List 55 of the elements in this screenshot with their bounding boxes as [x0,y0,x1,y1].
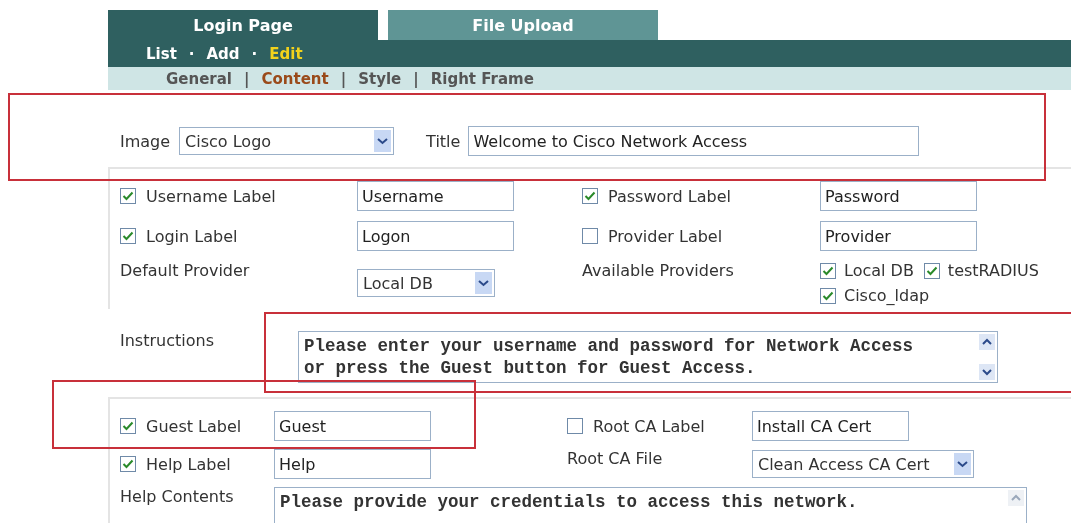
separator: | [244,69,250,88]
text-field[interactable]: Username [357,181,514,211]
dropdown[interactable]: Local DB [357,269,495,297]
text-field[interactable]: Provider [820,221,977,251]
field-label: Image [120,131,171,151]
separator: · [251,44,258,63]
text-field[interactable]: Welcome to Cisco Network Access [468,126,920,156]
nav-link[interactable]: Add [206,44,240,63]
option-label: Local DB [844,261,914,280]
text-field[interactable]: Help [274,449,431,479]
field-label: Available Providers [582,261,735,280]
option-label: Cisco_ldap [844,286,930,305]
separator: · [188,44,195,63]
checkbox[interactable] [120,456,136,472]
nav-link[interactable]: General [166,69,232,88]
nav-link[interactable]: Right Frame [430,69,534,88]
tab[interactable]: Login Page [108,10,378,40]
option-label: testRADIUS [947,261,1039,280]
nav-link[interactable]: Content [261,69,329,88]
nav-link[interactable]: List [146,44,177,63]
scroll-up-icon[interactable] [979,334,995,350]
field-label: Title [426,131,461,151]
text-area[interactable]: Please provide your credentials to access this network. [274,487,1027,523]
field-label: Root CA File [567,449,664,468]
separator: | [340,69,347,88]
field-label: Provider Label [608,226,723,246]
checkbox[interactable] [120,228,136,244]
field-label: Root CA Label [593,416,705,436]
field-label: Username Label [146,186,276,206]
field-label: Password Label [608,186,731,206]
field-label: Default Provider [120,261,251,280]
text-field[interactable]: Install CA Cert [752,411,909,441]
checkbox[interactable] [582,188,598,204]
separator: | [413,69,419,88]
text-field[interactable]: Password [820,181,977,211]
checkbox[interactable] [120,188,136,204]
dropdown[interactable]: Cisco Logo [179,127,395,155]
text-field[interactable]: Logon [357,221,514,251]
checkbox[interactable] [567,418,583,434]
checkbox[interactable] [820,287,836,304]
field-label: Instructions [120,331,215,352]
field-label: Guest Label [146,416,242,436]
nav-link[interactable]: Style [358,69,402,88]
scroll-down-icon[interactable] [979,364,995,380]
checkbox[interactable] [820,262,836,279]
checkbox[interactable] [923,262,940,279]
nav-link[interactable]: Edit [269,44,303,63]
field-label: Login Label [146,226,238,246]
field-label: Help Contents [120,487,235,506]
dropdown[interactable]: Clean Access CA Cert [752,450,974,478]
checkbox[interactable] [582,228,598,244]
field-label: Help Label [146,454,231,474]
text-area[interactable]: Please enter your username and password for Network Access or press the Guest button for Guest Access. [298,331,998,383]
checkbox[interactable] [120,418,136,434]
text-field[interactable]: Guest [274,411,431,441]
